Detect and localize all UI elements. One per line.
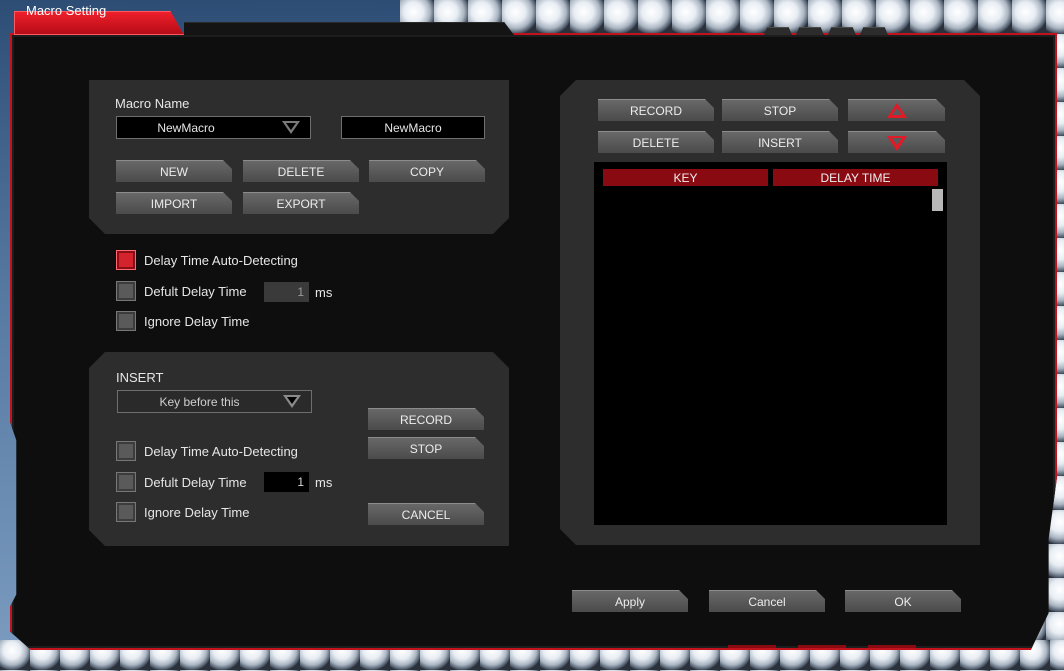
import-macro-button[interactable]: IMPORT	[116, 192, 232, 214]
delete-key-button[interactable]: DELETE	[598, 131, 714, 153]
apply-button[interactable]: Apply	[572, 590, 688, 612]
window-control-button[interactable]	[764, 27, 792, 35]
default-delay-input[interactable]: 1	[264, 282, 309, 302]
macro-key-table[interactable]	[594, 162, 947, 525]
ignore-delay-checkbox[interactable]	[116, 311, 136, 331]
insert-default-delay-label: Defult Delay Time	[144, 475, 247, 490]
macro-name-select[interactable]: NewMacro	[116, 116, 311, 139]
macro-name-select-value: NewMacro	[157, 120, 215, 135]
delay-auto-detect-label: Delay Time Auto-Detecting	[144, 253, 298, 268]
new-macro-button[interactable]: NEW	[116, 160, 232, 182]
ignore-delay-label: Ignore Delay Time	[144, 314, 250, 329]
macro-name-field[interactable]: NewMacro	[341, 116, 485, 139]
decoration-bar	[798, 645, 846, 648]
window-title: Macro Setting	[26, 3, 107, 18]
cancel-button[interactable]: Cancel	[709, 590, 825, 612]
insert-record-button[interactable]: RECORD	[368, 408, 484, 430]
export-macro-button[interactable]: EXPORT	[243, 192, 359, 214]
window-control-button[interactable]	[860, 27, 888, 35]
delay-auto-detect-checkbox[interactable]	[116, 250, 136, 270]
insert-ignore-delay-label: Ignore Delay Time	[144, 505, 250, 520]
ok-button[interactable]: OK	[845, 590, 961, 612]
window-controls	[764, 27, 888, 35]
insert-delay-auto-detect-label: Delay Time Auto-Detecting	[144, 444, 298, 459]
insert-default-delay-input[interactable]: 1	[264, 472, 309, 492]
macro-name-field-value: NewMacro	[384, 120, 442, 135]
triangle-up-icon	[887, 103, 907, 118]
table-scrollbar-thumb[interactable]	[932, 189, 943, 211]
insert-stop-button[interactable]: STOP	[368, 437, 484, 459]
stop-button[interactable]: STOP	[722, 99, 838, 121]
window-control-button[interactable]	[796, 27, 824, 35]
insert-default-delay-unit: ms	[315, 475, 333, 490]
default-delay-unit: ms	[315, 285, 333, 300]
insert-position-value: Key before this	[159, 394, 240, 409]
insert-position-select[interactable]: Key before this	[117, 390, 312, 413]
insert-title: INSERT	[116, 370, 164, 385]
delete-macro-button[interactable]: DELETE	[243, 160, 359, 182]
insert-ignore-delay-checkbox[interactable]	[116, 502, 136, 522]
insert-default-delay-checkbox[interactable]	[116, 472, 136, 492]
copy-macro-button[interactable]: COPY	[369, 160, 485, 182]
table-header-key: KEY	[603, 169, 768, 186]
table-header-delay-time: DELAY TIME	[773, 169, 938, 186]
insert-cancel-button[interactable]: CANCEL	[368, 503, 484, 525]
macro-name-label: Macro Name	[115, 96, 190, 111]
insert-delay-auto-detect-checkbox[interactable]	[116, 441, 136, 461]
record-button[interactable]: RECORD	[598, 99, 714, 121]
decoration-bar	[868, 645, 916, 648]
insert-key-button[interactable]: INSERT	[722, 131, 838, 153]
window-control-button[interactable]	[828, 27, 856, 35]
chevron-down-icon	[282, 121, 300, 134]
title-strip	[184, 22, 514, 35]
default-delay-label: Defult Delay Time	[144, 284, 247, 299]
move-up-button[interactable]	[848, 99, 945, 121]
chevron-down-icon	[283, 395, 301, 408]
move-down-button[interactable]	[848, 131, 945, 153]
triangle-down-icon	[887, 136, 907, 151]
default-delay-checkbox[interactable]	[116, 281, 136, 301]
bottom-decoration	[728, 645, 916, 648]
decoration-bar	[728, 645, 776, 648]
